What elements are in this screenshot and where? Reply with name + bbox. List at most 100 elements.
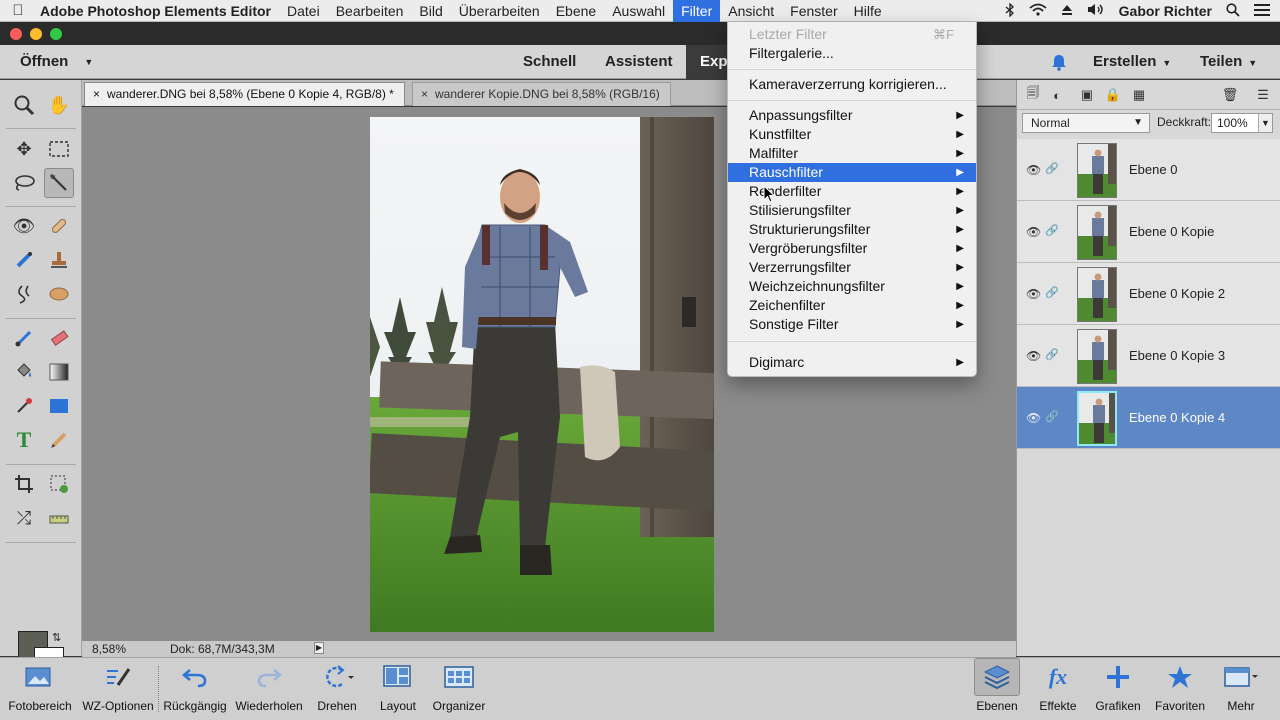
menu-item-lens-correction[interactable]: Kameraverzerrung korrigieren...: [728, 75, 976, 94]
visibility-eye-icon[interactable]: 👁: [1026, 411, 1041, 425]
menu-bild[interactable]: Bild: [411, 0, 450, 22]
favorites-button[interactable]: Favoriten: [1150, 658, 1210, 720]
volume-icon[interactable]: [1087, 3, 1105, 19]
blend-mode-select[interactable]: Normal ▼: [1022, 113, 1150, 133]
rotate-button[interactable]: Drehen: [310, 658, 364, 720]
bell-icon[interactable]: [1050, 53, 1068, 71]
marquee-tool-icon[interactable]: [44, 134, 74, 164]
menu-item-distort-filters[interactable]: Verzerrungsfilter ▶: [728, 258, 976, 277]
layer-mask-icon[interactable]: ▣: [1079, 87, 1095, 103]
eyedropper-tool-icon[interactable]: [9, 391, 39, 421]
spot-healing-brush-icon[interactable]: [44, 211, 74, 241]
notification-list-icon[interactable]: [1254, 3, 1270, 19]
quick-selection-tool-icon[interactable]: [44, 168, 74, 198]
menu-item-blur-filters[interactable]: Weichzeichnungsfilter ▶: [728, 277, 976, 296]
menu-ueberarbeiten[interactable]: Überarbeiten: [451, 0, 548, 22]
menu-item-stylize-filters[interactable]: Stilisierungsfilter ▶: [728, 201, 976, 220]
apple-icon[interactable]: : [0, 2, 36, 19]
menu-item-noise-filters[interactable]: Rauschfilter ▶: [728, 163, 976, 182]
menu-item-digimarc[interactable]: Digimarc ▶: [728, 353, 976, 372]
delete-layer-icon[interactable]: 🗑: [1222, 87, 1239, 103]
link-icon[interactable]: 🔗: [1045, 224, 1059, 237]
crop-tool-icon[interactable]: [9, 469, 39, 499]
opacity-field[interactable]: 100% ▼: [1211, 113, 1273, 133]
document-tab-wanderer-kopie[interactable]: × wanderer Kopie.DNG bei 8,58% (RGB/16): [412, 82, 671, 106]
menu-filter[interactable]: Filter: [673, 0, 721, 22]
hand-tool-icon[interactable]: ✋: [44, 90, 74, 120]
menu-item-filter-gallery[interactable]: Filtergalerie...: [728, 44, 976, 63]
menu-item-other-filters[interactable]: Sonstige Filter ▶: [728, 315, 976, 334]
share-button[interactable]: Teilen ▼: [1200, 53, 1257, 70]
undo-button[interactable]: Rückgängig: [160, 658, 230, 720]
link-icon[interactable]: 🔗: [1045, 348, 1059, 361]
recompose-tool-icon[interactable]: [9, 279, 39, 309]
straighten-tool-icon[interactable]: [44, 503, 74, 533]
swap-colors-icon[interactable]: ⇅: [52, 631, 61, 644]
visibility-eye-icon[interactable]: 👁: [1026, 225, 1041, 239]
link-icon[interactable]: 🔗: [1045, 162, 1059, 175]
visibility-eye-icon[interactable]: 👁: [1026, 349, 1041, 363]
bluetooth-icon[interactable]: [1005, 1, 1015, 20]
link-icon[interactable]: 🔗: [1045, 410, 1059, 423]
menu-bearbeiten[interactable]: Bearbeiten: [328, 0, 412, 22]
app-name-menu[interactable]: Adobe Photoshop Elements Editor: [36, 0, 279, 22]
visibility-eye-icon[interactable]: 👁: [1026, 287, 1041, 301]
close-window-button[interactable]: [10, 28, 22, 40]
new-layer-icon[interactable]: 🗐: [1025, 85, 1041, 103]
menu-auswahl[interactable]: Auswahl: [604, 0, 673, 22]
layer-row[interactable]: 👁 🔗 Ebene 0 Kopie 3: [1017, 325, 1280, 387]
organizer-button[interactable]: Organizer: [428, 658, 490, 720]
close-tab-icon[interactable]: ×: [421, 83, 428, 105]
menu-datei[interactable]: Datei: [279, 0, 328, 22]
photo-bin-button[interactable]: Fotobereich: [4, 658, 76, 720]
menu-ebene[interactable]: Ebene: [548, 0, 604, 22]
user-name[interactable]: Gabor Richter: [1119, 3, 1212, 19]
menu-hilfe[interactable]: Hilfe: [846, 0, 890, 22]
menu-item-artistic-filters[interactable]: Kunstfilter ▶: [728, 125, 976, 144]
panel-menu-icon[interactable]: ☰: [1255, 87, 1271, 103]
minimize-window-button[interactable]: [30, 28, 42, 40]
document-tab-wanderer[interactable]: × wanderer.DNG bei 8,58% (Ebene 0 Kopie …: [84, 82, 405, 106]
redo-button[interactable]: Wiederholen: [232, 658, 306, 720]
tab-assistent[interactable]: Assistent: [605, 45, 673, 79]
lasso-tool-icon[interactable]: [9, 168, 39, 198]
layer-row-selected[interactable]: 👁 🔗 Ebene 0 Kopie 4: [1017, 387, 1280, 449]
transform-tool-icon[interactable]: [44, 469, 74, 499]
open-button[interactable]: Öffnen ▼: [20, 53, 93, 70]
status-menu-arrow-icon[interactable]: ▶: [314, 642, 324, 654]
tool-options-button[interactable]: WZ-Optionen: [78, 658, 158, 720]
layers-panel-button[interactable]: Ebenen: [974, 658, 1020, 720]
layout-button[interactable]: Layout: [372, 658, 424, 720]
shape-tool-icon[interactable]: [44, 391, 74, 421]
more-button[interactable]: Mehr: [1220, 658, 1262, 720]
content-aware-move-icon[interactable]: ⤮: [9, 503, 39, 533]
graphics-button[interactable]: Grafiken: [1092, 658, 1144, 720]
create-button[interactable]: Erstellen ▼: [1093, 53, 1171, 70]
red-eye-tool-icon[interactable]: 👁: [9, 211, 39, 241]
adjustment-layer-icon[interactable]: ◐: [1049, 87, 1065, 103]
clone-stamp-icon[interactable]: [44, 245, 74, 275]
close-tab-icon[interactable]: ×: [93, 83, 100, 105]
wifi-icon[interactable]: [1029, 3, 1047, 19]
zoom-tool-icon[interactable]: [9, 90, 39, 120]
type-tool-icon[interactable]: T: [9, 425, 39, 455]
tab-schnell[interactable]: Schnell: [523, 45, 576, 79]
pencil-tool-icon[interactable]: [44, 425, 74, 455]
menu-item-pixelate-filters[interactable]: Vergröberungsfilter ▶: [728, 239, 976, 258]
lock-pixels-icon[interactable]: ▦: [1131, 87, 1147, 103]
menu-ansicht[interactable]: Ansicht: [720, 0, 782, 22]
gradient-tool-icon[interactable]: [44, 357, 74, 387]
paint-bucket-icon[interactable]: [9, 357, 39, 387]
effects-button[interactable]: fx Effekte: [1034, 658, 1082, 720]
menu-item-adjustment-filters[interactable]: Anpassungsfilter ▶: [728, 106, 976, 125]
zoom-window-button[interactable]: [50, 28, 62, 40]
menu-item-sketch-filters[interactable]: Zeichenfilter ▶: [728, 296, 976, 315]
chevron-down-icon[interactable]: ▼: [1258, 114, 1272, 132]
move-tool-icon[interactable]: ✥: [9, 134, 39, 164]
layer-row[interactable]: 👁 🔗 Ebene 0 Kopie 2: [1017, 263, 1280, 325]
brush-tool-icon[interactable]: [9, 323, 39, 353]
eject-icon[interactable]: [1061, 3, 1073, 19]
menu-fenster[interactable]: Fenster: [782, 0, 845, 22]
document-photo[interactable]: [370, 117, 714, 632]
visibility-eye-icon[interactable]: 👁: [1026, 163, 1041, 177]
